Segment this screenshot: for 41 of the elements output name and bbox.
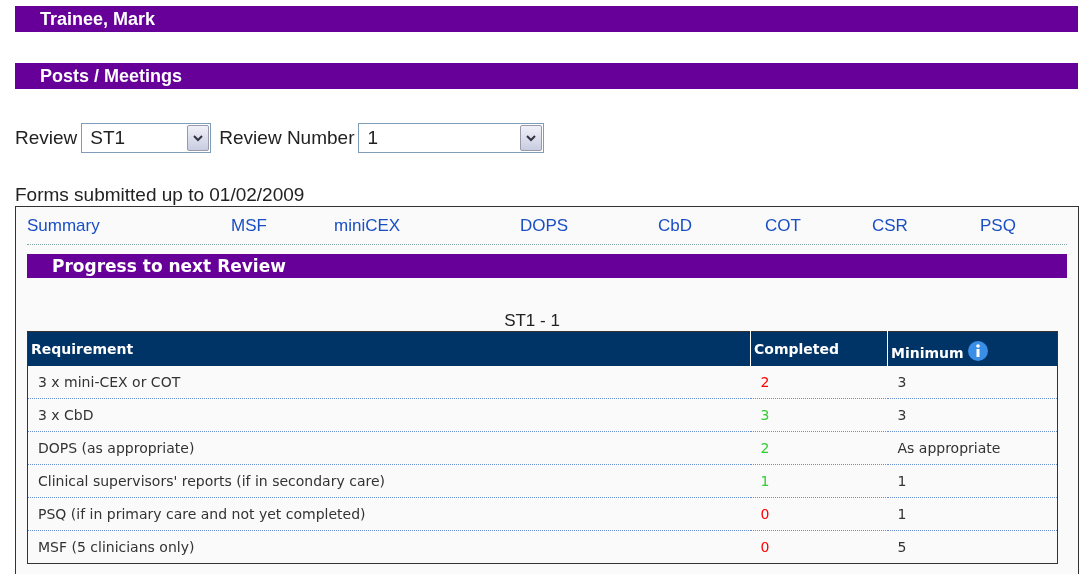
table-cell: DOPS (as appropriate): [27, 431, 751, 465]
table-caption: ST1 - 1: [503, 311, 561, 331]
table-cell: 2: [750, 431, 888, 465]
table-cell: 1: [887, 497, 1058, 531]
table-cell: 1: [887, 464, 1058, 498]
chevron-down-icon: [520, 125, 543, 151]
table-cell: 1: [750, 464, 888, 498]
dropdown[interactable]: ST1: [81, 123, 212, 153]
table-cell: Clinical supervisors' reports (if in secondary care): [27, 464, 751, 498]
column-header: Requirement: [27, 331, 751, 366]
table-cell: 2: [750, 366, 888, 399]
filter-label: Review: [15, 127, 78, 149]
table-cell: 3 x CbD: [27, 398, 751, 432]
tab-link[interactable]: PSQ: [980, 215, 1016, 236]
table-cell: 3: [887, 398, 1058, 432]
table-cell: As appropriate: [887, 431, 1058, 465]
info-icon[interactable]: [967, 341, 988, 361]
tab-link[interactable]: miniCEX: [334, 215, 401, 236]
column-header: Minimum: [887, 331, 1058, 366]
tab-link[interactable]: MSF: [231, 215, 267, 236]
column-header: Completed: [750, 331, 888, 366]
dropdown[interactable]: 1: [358, 123, 545, 153]
table-cell: 0: [750, 497, 888, 531]
table-cell: 3 x mini-CEX or COT: [27, 366, 751, 399]
tab-link[interactable]: CbD: [658, 215, 692, 236]
section-header: Posts / Meetings: [15, 63, 1078, 89]
table-cell: 0: [750, 530, 888, 564]
table-cell: 3: [887, 366, 1058, 399]
tab-link[interactable]: Summary: [27, 215, 100, 236]
tab-link[interactable]: CSR: [872, 215, 908, 236]
table-cell: 3: [750, 398, 888, 432]
table-cell: MSF (5 clinicians only): [27, 530, 751, 564]
section-header: Progress to next Review: [27, 254, 1067, 278]
tab-link[interactable]: DOPS: [520, 215, 569, 236]
chevron-down-icon: [187, 125, 210, 151]
table-cell: PSQ (if in primary care and not yet completed): [27, 497, 751, 531]
section-header: Trainee, Mark: [15, 6, 1078, 32]
table-cell: 5: [887, 530, 1058, 564]
tab-link[interactable]: COT: [765, 215, 801, 236]
filter-label: Review Number: [219, 127, 355, 149]
forms-note: Forms submitted up to 01/02/2009: [15, 184, 306, 206]
